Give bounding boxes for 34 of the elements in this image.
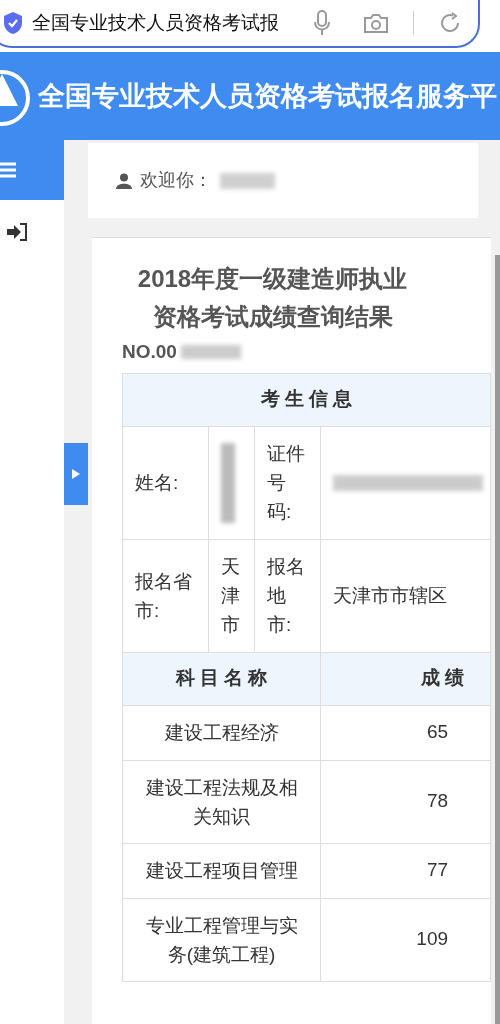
camera-icon[interactable] xyxy=(363,12,389,34)
subject-cell: 建设工程项目管理 xyxy=(122,843,321,898)
menu-button[interactable] xyxy=(0,140,64,200)
result-title: 2018年度一级建造师执业资格考试成绩查询结果 xyxy=(136,264,409,332)
field-label: 姓名: xyxy=(122,426,209,539)
sign-in-icon[interactable] xyxy=(6,222,28,242)
field-value: 天津市 xyxy=(208,539,255,652)
field-label: 证件号码: xyxy=(254,426,321,539)
field-label: 报名省市: xyxy=(122,539,209,652)
menu-icon xyxy=(0,162,18,178)
microphone-icon[interactable] xyxy=(313,10,331,36)
welcome-text: 欢迎你： xyxy=(140,169,212,192)
score-cell: 78 xyxy=(320,760,491,843)
subject-cell: 建设工程经济 xyxy=(122,705,321,760)
play-icon xyxy=(72,469,80,479)
column-header: 科 目 名 称 xyxy=(122,652,321,705)
column-header: 成 绩 xyxy=(320,652,491,705)
field-value: 天津市市辖区 xyxy=(320,539,491,652)
redacted-blur xyxy=(220,172,275,189)
certificate-number: NO.00 xyxy=(122,340,177,364)
field-label: 报名地市: xyxy=(254,539,321,652)
site-title: 全国专业技术人员资格考试报名服务平 xyxy=(38,79,497,113)
redacted-blur xyxy=(180,345,241,360)
section-heading: 考 生 信 息 xyxy=(122,373,491,426)
side-tab[interactable] xyxy=(64,443,88,505)
score-cell: 65 xyxy=(320,705,491,760)
search-query[interactable]: 全国专业技术人员资格考试报 xyxy=(32,8,279,38)
user-icon xyxy=(116,172,132,189)
score-cell: 109 xyxy=(320,898,491,981)
refresh-icon[interactable] xyxy=(438,11,462,35)
address-bar[interactable]: 全国专业技术人员资格考试报 xyxy=(0,0,480,48)
subject-cell: 建设工程法规及相关知识 xyxy=(122,760,321,843)
subject-cell: 专业工程管理与实务(建筑工程) xyxy=(122,898,321,981)
score-cell: 77 xyxy=(320,843,491,898)
